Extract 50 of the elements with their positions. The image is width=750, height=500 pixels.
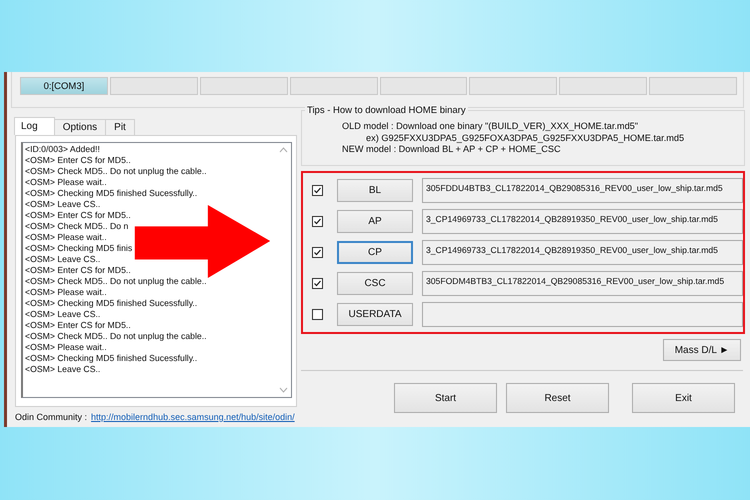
tab[interactable]: Pit <box>105 119 135 135</box>
tips-text: ex) G925FXXU3DPA5_G925FOXA3DPA5_G925FXXU3DPA5_HOME.tar.md5 <box>366 132 684 144</box>
tab[interactable]: Options <box>54 119 106 135</box>
log-line: <OSM> Please wait.. <box>25 232 107 243</box>
file-path-field[interactable]: 305FODM4BTB3_CL17822014_QB29085316_REV00_user_low_ship.tar.md5 <box>422 271 743 296</box>
checkbox[interactable] <box>312 278 323 289</box>
log-line: <OSM> Enter CS for MD5.. <box>25 155 131 166</box>
tips-title: Tips - How to download HOME binary <box>305 105 468 116</box>
log-line: <OSM> Checking MD5 finished Sucessfully.. <box>25 298 198 309</box>
log-line: <OSM> Leave CS.. <box>25 254 100 265</box>
file-button[interactable]: CP <box>337 241 413 264</box>
action-button[interactable]: Start <box>394 383 497 413</box>
community-link[interactable]: http://mobilerndhub.sec.samsung.net/hub/site/odin/ <box>91 412 295 422</box>
checkbox[interactable] <box>312 309 323 320</box>
tips-text: OLD model : Download one binary "(BUILD_VER)_XXX_HOME.tar.md5" <box>342 121 638 132</box>
file-button[interactable]: USERDATA <box>337 303 413 326</box>
mass-download-button[interactable]: Mass D/L ► <box>663 339 741 361</box>
log-line: <OSM> Enter CS for MD5.. <box>25 320 131 331</box>
file-path-field[interactable]: 3_CP14969733_CL17822014_QB28919350_REV00_user_low_ship.tar.md5 <box>422 240 743 265</box>
log-line: <OSM> Please wait.. <box>25 342 107 353</box>
file-button[interactable]: BL <box>337 179 413 202</box>
log-line: <OSM> Check MD5.. Do not unplug the cable.. <box>25 331 207 342</box>
checkbox[interactable] <box>312 216 323 227</box>
footer-label: Odin Community : <box>15 412 88 422</box>
file-button[interactable]: CSC <box>337 272 413 295</box>
log-line: <OSM> Checking MD5 finished Sucessfully.. <box>25 188 198 199</box>
log-line: <OSM> Leave CS.. <box>25 364 100 375</box>
log-line: <OSM> Leave CS.. <box>25 199 100 210</box>
file-path-field[interactable]: 305FDDU4BTB3_CL17822014_QB29085316_REV00_user_low_ship.tar.md5 <box>422 178 743 203</box>
log-line: <ID:0/003> Added!! <box>25 144 100 155</box>
checkbox[interactable] <box>312 185 323 196</box>
log-line: <OSM> Please wait.. <box>25 177 107 188</box>
log-line: <OSM> Checking MD5 finis <box>25 243 132 254</box>
log-line: <OSM> Please wait.. <box>25 287 107 298</box>
log-line: <OSM> Enter CS for MD5.. <box>25 265 131 276</box>
checkbox[interactable] <box>312 247 323 258</box>
action-button[interactable]: Reset <box>506 383 609 413</box>
log-line: <OSM> Checking MD5 finished Sucessfully.. <box>25 353 198 364</box>
tips-text: NEW model : Download BL + AP + CP + HOME_CSC <box>342 144 561 156</box>
file-path-field[interactable] <box>422 302 743 327</box>
log-line: <OSM> Check MD5.. Do not unplug the cable.. <box>25 166 207 177</box>
action-button[interactable]: Exit <box>632 383 735 413</box>
log-line: <OSM> Leave CS.. <box>25 309 100 320</box>
file-button[interactable]: AP <box>337 210 413 233</box>
file-path-field[interactable]: 3_CP14969733_CL17822014_QB28919350_REV00_user_low_ship.tar.md5 <box>422 209 743 234</box>
log-line: <OSM> Check MD5.. Do n <box>25 221 128 232</box>
log-line: <OSM> Enter CS for MD5.. <box>25 210 131 221</box>
tab[interactable]: Log <box>14 117 55 135</box>
port-slot: 0:[COM3] <box>20 77 108 95</box>
log-line: <OSM> Check MD5.. Do not unplug the cable.. <box>25 276 207 287</box>
